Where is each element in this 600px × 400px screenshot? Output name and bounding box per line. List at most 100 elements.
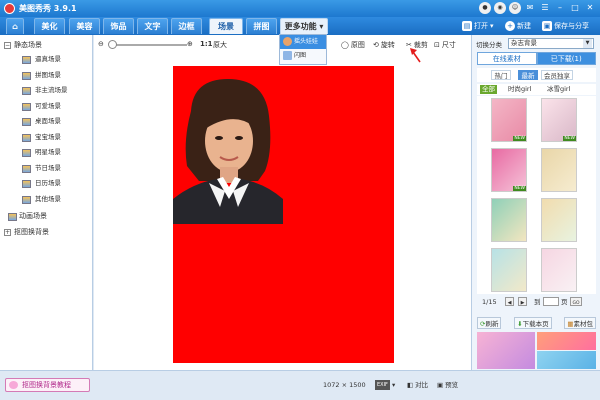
zoom-slider[interactable]: [110, 44, 187, 46]
category-select[interactable]: 杂志背景 ▼: [508, 38, 594, 49]
tree-item[interactable]: 拼图场景: [0, 68, 92, 84]
more-features-button[interactable]: 更多功能 ▾: [280, 18, 328, 34]
tab-frame[interactable]: 边框: [171, 18, 202, 34]
zoom-in-icon[interactable]: ⊕: [187, 40, 193, 48]
resize-icon: ⊡: [434, 41, 440, 49]
preview-button[interactable]: ▣ 预览: [437, 380, 458, 390]
tab-beautify[interactable]: 美化: [34, 18, 65, 34]
tree-item[interactable]: 节日场景: [0, 161, 92, 177]
original-image-button[interactable]: ◯ 原图: [341, 40, 365, 50]
tab-collage[interactable]: 拼图: [246, 18, 277, 34]
material-pack-button[interactable]: ▦素材包: [564, 317, 596, 329]
save-icon: ▣: [542, 21, 552, 31]
filter-fashion-girl[interactable]: 时尚girl: [508, 85, 531, 94]
size-button[interactable]: ⊡ 尺寸: [434, 40, 456, 50]
promo-banner[interactable]: [477, 332, 535, 369]
scene-icon: [8, 213, 17, 221]
original-size-button[interactable]: 原大: [213, 40, 227, 50]
tree-item[interactable]: 逼真场景: [0, 52, 92, 68]
save-share-button[interactable]: ▣ 保存与分享: [542, 19, 589, 33]
close-icon[interactable]: ✕: [584, 2, 596, 14]
material-thumbnail[interactable]: [491, 198, 527, 242]
menu-item-flash-image[interactable]: 闪图: [280, 49, 326, 63]
tab-accessories[interactable]: 饰品: [103, 18, 134, 34]
menu-item-bobblehead[interactable]: 摇头娃娃: [280, 35, 326, 49]
chevron-down-icon[interactable]: ▼: [583, 39, 592, 48]
circle-icon: ◯: [341, 41, 349, 49]
home-icon: ⌂: [12, 22, 18, 31]
tree-item[interactable]: 明星场景: [0, 145, 92, 161]
tree-root-animated-scenes[interactable]: 动画场景: [0, 210, 92, 223]
app-logo-icon: [4, 3, 15, 14]
tab-vip[interactable]: 会员独享: [541, 70, 573, 80]
material-thumbnail[interactable]: [541, 148, 577, 192]
tree-item[interactable]: 宝宝场景: [0, 130, 92, 146]
rotate-button[interactable]: ⟲ 旋转: [373, 40, 395, 50]
material-thumbnail[interactable]: NEW: [491, 98, 527, 142]
tree-item[interactable]: 日历场景: [0, 176, 92, 192]
promo-banner[interactable]: [537, 351, 596, 369]
scene-icon: [22, 180, 31, 188]
maximize-icon[interactable]: □: [569, 2, 581, 14]
tag-filters: 全部 时尚girl 冰雪girl: [477, 84, 596, 95]
next-page-button[interactable]: ▶: [518, 297, 527, 306]
tab-beauty[interactable]: 美容: [69, 18, 100, 34]
minimize-icon[interactable]: –: [554, 2, 566, 14]
tree-root-cutout-bg[interactable]: + 抠图换背景: [0, 226, 92, 239]
material-panel: 切换分类 杂志背景 ▼ 在线素材 已下载(1) 热门 最新 会员独享 全部 时尚…: [471, 35, 600, 370]
tab-hot[interactable]: 热门: [491, 70, 511, 80]
scene-icon: [22, 149, 31, 157]
exif-button[interactable]: EXIF ▾: [375, 380, 395, 390]
home-button[interactable]: ⌂: [6, 18, 24, 34]
material-thumbnail[interactable]: [541, 198, 577, 242]
material-thumbnail[interactable]: NEW: [541, 98, 577, 142]
tree-item[interactable]: 其他场景: [0, 192, 92, 208]
flash-image-icon: [283, 51, 292, 60]
filter-ice-girl[interactable]: 冰雪girl: [547, 85, 570, 94]
tree-item[interactable]: 非主流场景: [0, 83, 92, 99]
material-source-tabs: 在线素材 已下载(1): [477, 52, 596, 65]
go-button[interactable]: GO: [570, 297, 582, 306]
pagination: 1/15 ◀ ▶ 到 页 GO: [477, 297, 596, 308]
menu-icon[interactable]: ☰: [539, 2, 551, 14]
canvas-area: ⊖ ⊕ 1:1 原大 ◯ 原图 ⟲ 旋转 ✂ 裁剪 ⊡ 尺寸: [94, 35, 471, 370]
material-thumbnail-grid: NEW NEW NEW: [477, 96, 596, 294]
download-page-button[interactable]: ⬇下载本页: [514, 317, 552, 329]
compare-button[interactable]: ◧ 对比: [407, 380, 428, 390]
skin-icon[interactable]: ●: [479, 2, 491, 14]
material-thumbnail[interactable]: [541, 248, 577, 292]
tab-latest[interactable]: 最新: [518, 70, 538, 80]
cutout-tutorial-button[interactable]: 抠图换背景教程: [5, 378, 90, 392]
zoom-slider-handle[interactable]: [108, 40, 117, 49]
tab-downloaded[interactable]: 已下载(1): [536, 52, 596, 65]
material-thumbnail[interactable]: NEW: [491, 148, 527, 192]
tree-item[interactable]: 桌面场景: [0, 114, 92, 130]
tree-item[interactable]: 可爱场景: [0, 99, 92, 115]
open-button[interactable]: ▤ 打开 ▾: [462, 19, 494, 33]
page-number-input[interactable]: [543, 297, 559, 306]
tree-root-static-scenes[interactable]: − 静态场景: [0, 39, 92, 52]
tutorial-icon: [9, 381, 18, 389]
status-bar: 抠图换背景教程 1072 × 1500 EXIF ▾ ◧ 对比 ▣ 预览: [0, 370, 600, 400]
promo-banner[interactable]: [537, 332, 596, 350]
tab-scene[interactable]: 场景: [209, 18, 243, 34]
filter-all[interactable]: 全部: [480, 85, 497, 94]
more-features-menu: 摇头娃娃 闪图: [279, 34, 327, 65]
user-icon[interactable]: ☺: [509, 2, 521, 14]
scene-icon: [22, 71, 31, 80]
window-controls: ● ◉ ☺ ✉ ☰ – □ ✕: [479, 2, 596, 14]
folder-icon: ▤: [462, 21, 472, 31]
material-thumbnail[interactable]: [491, 248, 527, 292]
tab-online-material[interactable]: 在线素材: [477, 52, 537, 65]
refresh-button[interactable]: ⟳刷新: [477, 317, 502, 329]
collapse-icon[interactable]: −: [4, 42, 11, 49]
portrait-photo[interactable]: [173, 71, 283, 224]
zoom-out-icon[interactable]: ⊖: [98, 40, 104, 48]
mail-icon[interactable]: ✉: [524, 2, 536, 14]
tab-text[interactable]: 文字: [137, 18, 168, 34]
prev-page-button[interactable]: ◀: [505, 297, 514, 306]
weibo-icon[interactable]: ◉: [494, 2, 506, 14]
expand-icon[interactable]: +: [4, 229, 11, 236]
chevron-down-icon: ▾: [391, 381, 396, 389]
new-button[interactable]: + 新建: [505, 19, 531, 33]
